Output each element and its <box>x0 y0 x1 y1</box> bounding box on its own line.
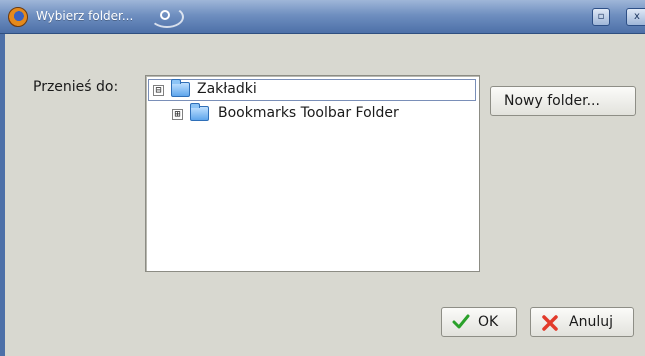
tree-item-zakladki[interactable]: ⊟ Zakładki <box>148 79 476 101</box>
close-button[interactable]: x <box>626 8 645 26</box>
tree-item-label: Zakładki <box>197 81 257 97</box>
window-title: Wybierz folder... <box>36 9 134 23</box>
cancel-button-label: Anuluj <box>569 314 613 330</box>
window-left-border <box>0 34 5 356</box>
folder-tree[interactable]: ⊟ Zakładki ⊞ Bookmarks Toolbar Folder <box>145 75 480 272</box>
folder-icon <box>171 79 190 97</box>
firefox-icon <box>8 7 28 27</box>
ok-button[interactable]: OK <box>441 307 517 337</box>
tree-item-label: Bookmarks Toolbar Folder <box>218 105 399 121</box>
expand-icon[interactable]: ⊞ <box>172 109 183 120</box>
cancel-x-icon <box>542 315 558 331</box>
move-to-label: Przenieś do: <box>33 79 119 95</box>
window-titlebar[interactable]: Wybierz folder... ▫ x <box>0 0 645 34</box>
new-folder-button-label: Nowy folder... <box>504 93 600 109</box>
tree-item-bookmarks-toolbar-folder[interactable]: ⊞ Bookmarks Toolbar Folder <box>166 103 466 126</box>
checkmark-icon <box>452 314 470 329</box>
collapse-icon[interactable]: ⊟ <box>153 85 164 96</box>
cancel-button[interactable]: Anuluj <box>530 307 634 337</box>
ok-button-label: OK <box>478 314 499 330</box>
title-swirl-dot-decoration <box>160 10 170 20</box>
new-folder-button[interactable]: Nowy folder... <box>490 86 636 116</box>
maximize-icon: ▫ <box>597 11 605 22</box>
maximize-button[interactable]: ▫ <box>592 8 610 26</box>
folder-icon <box>190 103 209 121</box>
close-icon: x <box>634 11 640 22</box>
